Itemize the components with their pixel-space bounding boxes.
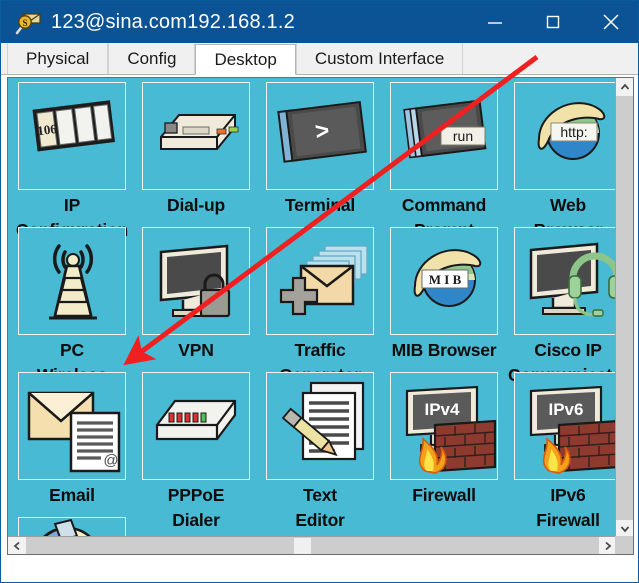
vertical-scrollbar[interactable] — [615, 78, 633, 538]
mib-browser-icon: M I B — [390, 227, 498, 335]
desktop-item-text-editor[interactable]: Text Editor — [260, 372, 380, 533]
desktop-item-label: MIB Browser — [391, 340, 497, 360]
watermark-text: https://blog.csdn.net/ZripenYe — [404, 563, 616, 580]
tab-physical-label: Physical — [26, 49, 90, 68]
tab-custom-interface-label: Custom Interface — [314, 49, 445, 68]
packet-tracer-device-window: S 123@sina.com192.168.1.2 Physical Confi… — [0, 0, 639, 583]
desktop-item-pppoe-dialer[interactable]: PPPoE Dialer — [136, 372, 256, 533]
pie-chart-monitor-icon — [18, 517, 126, 538]
desktop-item-pc-wireless[interactable]: PCWireless — [12, 227, 132, 388]
pc-wireless-antenna-icon — [18, 227, 126, 335]
email-envelope-icon: @ — [18, 372, 126, 480]
desktop-item-ipv6-firewall[interactable]: IPv6 IPv6 Firewall — [508, 372, 617, 533]
desktop-item-label: Terminal — [284, 195, 356, 215]
scroll-up-button[interactable] — [616, 78, 633, 96]
tab-desktop[interactable]: Desktop — [195, 44, 296, 75]
maximize-button[interactable] — [524, 1, 582, 43]
vpn-monitor-lock-icon — [142, 227, 250, 335]
tab-config[interactable]: Config — [108, 43, 196, 74]
desktop-icon-area: 106 IPConfiguration — [8, 78, 617, 538]
text-editor-pencil-icon — [266, 372, 374, 480]
horizontal-scrollbar[interactable] — [8, 536, 617, 554]
desktop-item-label: PPPoE Dialer — [167, 485, 225, 530]
desktop-item-traffic-generator[interactable]: TrafficGenerator — [260, 227, 380, 388]
window-title: 123@sina.com192.168.1.2 — [51, 10, 295, 33]
command-prompt-run-text: run — [453, 128, 473, 144]
dial-up-modem-icon — [142, 82, 250, 190]
desktop-item-label: Firewall — [412, 485, 476, 505]
ipv6-firewall-ipv6-text: IPv6 — [549, 400, 584, 419]
desktop-item-label: Dial-up — [167, 195, 225, 215]
desktop-item-mib-browser[interactable]: M I B MIB Browser — [384, 227, 504, 363]
tab-custom-interface[interactable]: Custom Interface — [295, 43, 464, 74]
tab-physical[interactable]: Physical — [7, 43, 109, 74]
desktop-item-command-prompt[interactable]: run CommandPrompt — [384, 82, 504, 243]
svg-text:106: 106 — [36, 121, 58, 138]
terminal-icon: > — [266, 82, 374, 190]
desktop-item-label: VPN — [178, 340, 214, 360]
tab-config-label: Config — [127, 49, 177, 68]
email-at-text: @ — [103, 452, 118, 469]
pppoe-dialer-icon — [142, 372, 250, 480]
scroll-left-button[interactable] — [8, 537, 26, 554]
desktop-item-ip-configuration[interactable]: 106 IPConfiguration — [12, 82, 132, 243]
scrollbar-corner — [615, 536, 633, 554]
desktop-item-dial-up[interactable]: Dial-up — [136, 82, 256, 218]
packet-tracer-envelope-magnifier-icon: S — [13, 7, 43, 37]
desktop-item-cisco-ip-communicator[interactable]: Cisco IPCommunicator — [508, 227, 617, 388]
desktop-item-vpn[interactable]: VPN — [136, 227, 256, 363]
desktop-item-web-browser[interactable]: http: WebBrowser — [508, 82, 617, 243]
desktop-item-label: IPv6 Firewall — [536, 485, 600, 530]
horizontal-scroll-thumb[interactable] — [294, 538, 311, 554]
firewall-icon: IPv4 — [390, 372, 498, 480]
mib-browser-mib-text: M I B — [429, 272, 462, 287]
close-button[interactable] — [582, 1, 638, 43]
minimize-button[interactable] — [466, 1, 524, 43]
desktop-panel: 106 IPConfiguration — [7, 77, 634, 555]
ip-configuration-icon: 106 — [18, 82, 126, 190]
desktop-item-firewall[interactable]: IPv4 Firewall — [384, 372, 504, 508]
desktop-item-label: Text Editor — [295, 485, 345, 530]
tab-desktop-label: Desktop — [214, 49, 277, 69]
title-bar: S 123@sina.com192.168.1.2 — [1, 1, 638, 43]
tab-strip: Physical Config Desktop Custom Interface — [1, 43, 638, 75]
command-prompt-icon: run — [390, 82, 498, 190]
desktop-item-email[interactable]: @ Email — [12, 372, 132, 508]
web-browser-http-text: http: — [560, 124, 587, 140]
desktop-item-label: Email — [49, 485, 95, 505]
window-controls — [466, 1, 638, 43]
cisco-ip-communicator-icon — [514, 227, 617, 335]
desktop-item-pie-chart-monitor[interactable] — [12, 517, 132, 538]
svg-text:S: S — [22, 18, 27, 28]
traffic-generator-envelope-icon — [266, 227, 374, 335]
desktop-item-terminal[interactable]: > Terminal — [260, 82, 380, 218]
firewall-ipv4-text: IPv4 — [425, 400, 461, 419]
web-browser-icon: http: — [514, 82, 617, 190]
ipv6-firewall-icon: IPv6 — [514, 372, 617, 480]
